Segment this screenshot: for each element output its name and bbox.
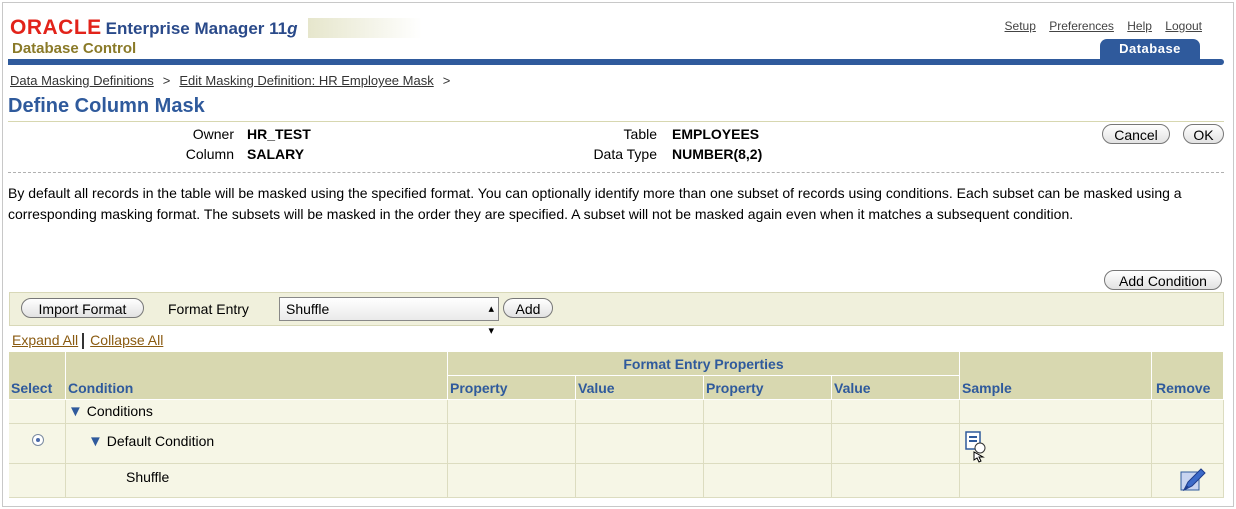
condition-label: Conditions	[86, 403, 153, 419]
add-condition-button[interactable]: Add Condition	[1104, 270, 1222, 290]
product-name: Enterprise Manager 11g	[106, 19, 298, 38]
datatype-value: NUMBER(8,2)	[672, 146, 763, 162]
import-format-button[interactable]: Import Format	[21, 298, 144, 318]
breadcrumb-edit-masking-definition[interactable]: Edit Masking Definition: HR Employee Mas…	[179, 73, 433, 88]
expand-collapse-links: Expand All Collapse All	[12, 332, 163, 350]
product-subtitle: Database Control	[12, 40, 137, 57]
table-value: EMPLOYEES	[672, 126, 760, 142]
breadcrumb-separator: >	[162, 73, 171, 88]
table-label: Table	[623, 126, 657, 142]
column-header-condition: Condition	[68, 380, 134, 396]
condition-label: Shuffle	[126, 469, 170, 485]
product-version: g	[287, 19, 298, 38]
link-separator	[82, 333, 85, 350]
column-header-remove: Remove	[1156, 380, 1211, 396]
breadcrumb-separator: >	[442, 73, 451, 88]
description-text: By default all records in the table will…	[8, 185, 1182, 222]
breadcrumb-data-masking-definitions[interactable]: Data Masking Definitions	[10, 73, 154, 88]
column-header-value-2: Value	[832, 376, 960, 400]
section-divider	[8, 172, 1224, 173]
cancel-button[interactable]: Cancel	[1102, 124, 1170, 144]
setup-link[interactable]: Setup	[1005, 19, 1036, 33]
column-value: SALARY	[247, 146, 305, 162]
ok-button[interactable]: OK	[1183, 124, 1224, 144]
format-entry-select[interactable]: Shuffle ▴ ▾	[279, 297, 499, 337]
column-header-property-2: Property	[704, 376, 832, 400]
header-divider	[8, 59, 1224, 65]
column-header-sample: Sample	[962, 380, 1012, 396]
format-entry-label: Format Entry	[168, 301, 249, 317]
product-name-text: Enterprise Manager 11	[105, 19, 288, 38]
collapse-all-link[interactable]: Collapse All	[90, 332, 163, 348]
format-entry-selected: Shuffle	[286, 301, 330, 317]
global-links: Setup Preferences Help Logout	[995, 19, 1202, 33]
oracle-logo: ORACLE Enterprise Manager 11g	[10, 16, 297, 40]
owner-label: Owner	[192, 126, 234, 142]
format-entry-properties-header: Format Entry Properties	[448, 352, 960, 376]
page-title: Define Column Mask	[8, 95, 205, 117]
preferences-link[interactable]: Preferences	[1049, 19, 1114, 33]
conditions-table: Format Entry Properties Select Condition…	[9, 352, 1224, 498]
header-fade-bar	[308, 18, 422, 38]
expand-all-link[interactable]: Expand All	[12, 332, 78, 348]
select-arrows-icon: ▴ ▾	[488, 303, 494, 337]
select-radio[interactable]	[32, 434, 44, 446]
logout-link[interactable]: Logout	[1165, 19, 1202, 33]
breadcrumb: Data Masking Definitions > Edit Masking De…	[10, 73, 459, 88]
datatype-label: Data Type	[593, 146, 657, 162]
sample-page-icon[interactable]	[964, 430, 990, 464]
column-header-property-1: Property	[448, 376, 576, 400]
title-divider	[8, 121, 1224, 122]
column-header-value-1: Value	[576, 376, 704, 400]
triangle-down-icon[interactable]: ▼	[68, 403, 83, 420]
owner-value: HR_TEST	[247, 126, 311, 142]
triangle-down-icon[interactable]: ▼	[88, 433, 103, 450]
add-button[interactable]: Add	[503, 298, 553, 318]
remove-edit-icon[interactable]	[1178, 466, 1206, 494]
condition-label: Default Condition	[106, 433, 215, 449]
column-label: Column	[185, 146, 234, 162]
help-link[interactable]: Help	[1127, 19, 1152, 33]
tab-database[interactable]: Database	[1100, 39, 1200, 59]
column-header-select: Select	[11, 380, 53, 396]
oracle-wordmark: ORACLE	[10, 16, 102, 39]
